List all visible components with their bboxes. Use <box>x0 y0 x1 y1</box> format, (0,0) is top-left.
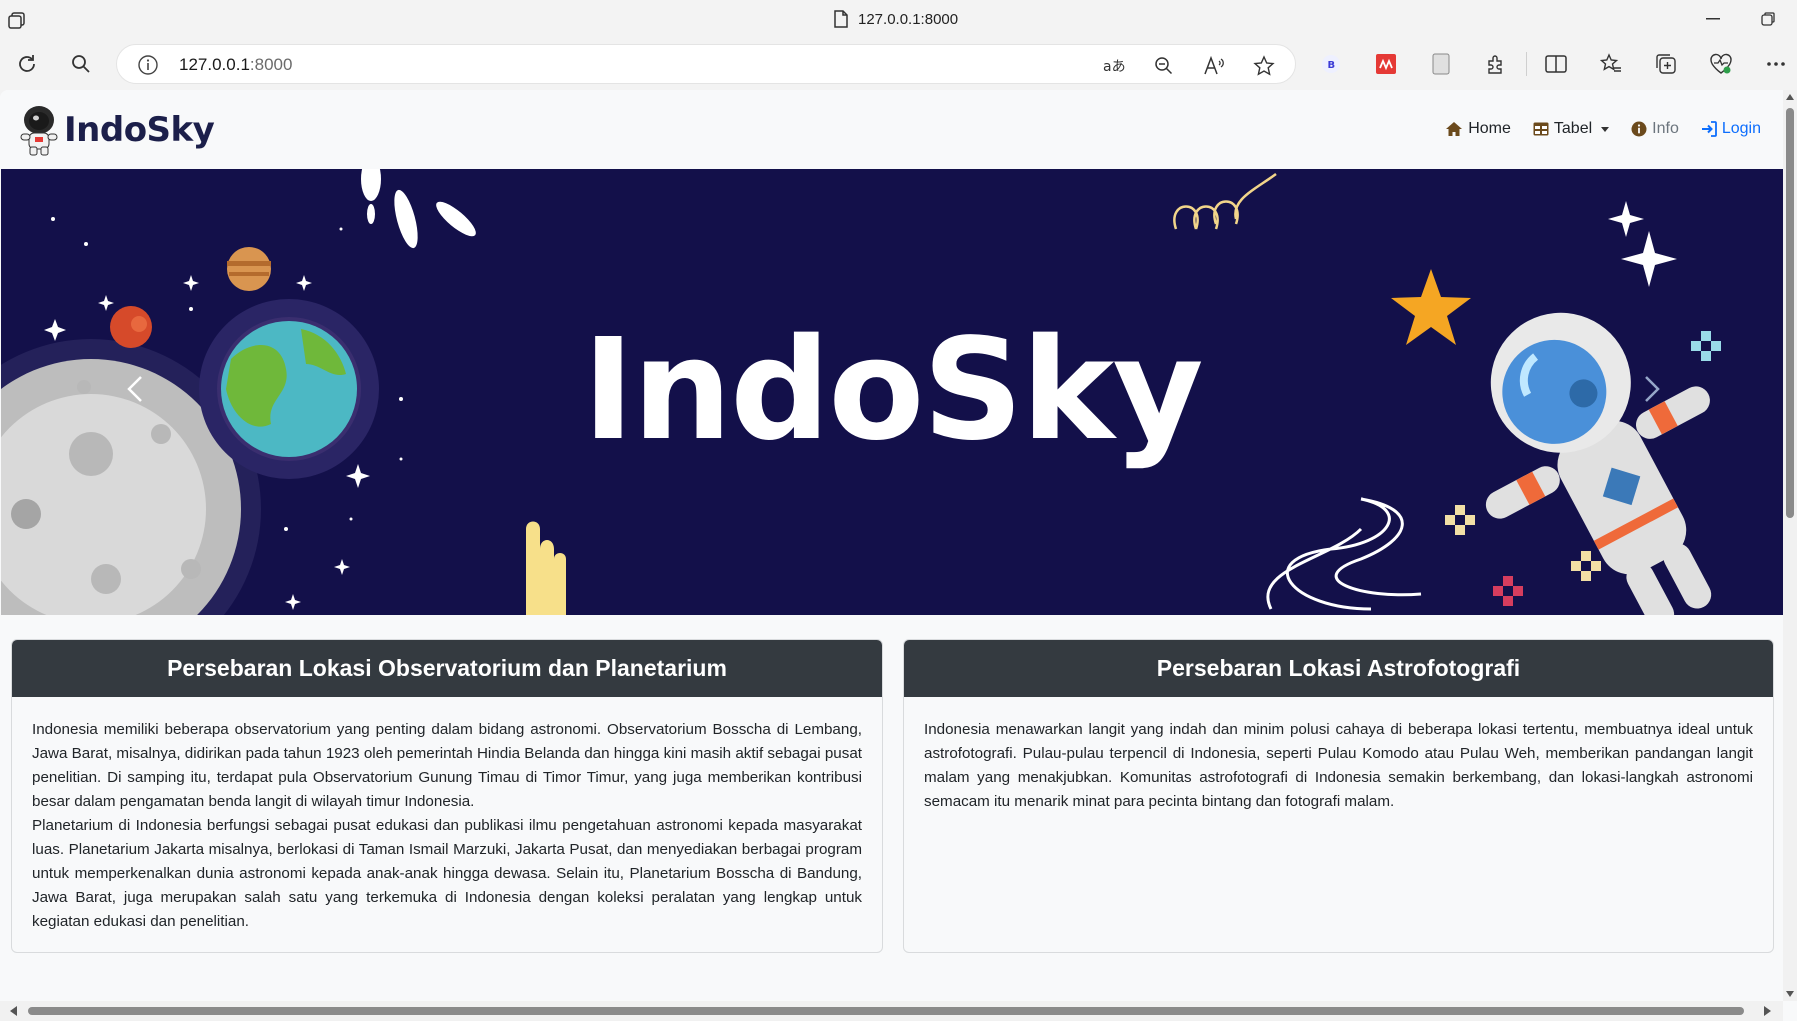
more-menu-icon[interactable] <box>1762 50 1790 78</box>
home-icon <box>1446 122 1463 136</box>
url-text[interactable]: 127.0.0.1:8000 <box>179 55 292 75</box>
collections-icon[interactable] <box>1652 50 1680 78</box>
chevron-down-icon <box>1601 126 1610 132</box>
browser-titlebar: 127.0.0.1:8000 <box>0 0 1797 38</box>
minimize-button[interactable] <box>1698 6 1728 32</box>
read-aloud-icon[interactable] <box>1201 53 1227 79</box>
translate-icon[interactable]: aあ <box>1101 53 1127 79</box>
card-title: Persebaran Lokasi Observatorium dan Plan… <box>12 640 882 697</box>
url-host: 127.0.0.1 <box>179 55 250 74</box>
restore-button[interactable] <box>1753 6 1783 32</box>
card-paragraph: Indonesia menawarkan langit yang indah d… <box>924 721 1753 810</box>
split-screen-icon[interactable] <box>1542 50 1570 78</box>
tab-title-text: 127.0.0.1:8000 <box>858 10 959 28</box>
astronaut-logo-icon <box>20 106 58 156</box>
scroll-down-arrow-icon[interactable] <box>1786 991 1794 997</box>
vertical-scroll-thumb[interactable] <box>1786 108 1794 518</box>
vertical-scrollbar[interactable] <box>1783 90 1797 1001</box>
zoom-out-icon[interactable] <box>1151 53 1177 79</box>
brand-name: IndoSky <box>64 110 215 150</box>
carousel-next-button[interactable] <box>1631 369 1671 409</box>
page-icon <box>834 10 848 28</box>
site-navbar: IndoSky Home Tabel Info Login <box>0 90 1783 169</box>
card-paragraph: Planetarium di Indonesia berfungsi sebag… <box>32 817 862 930</box>
url-port: :8000 <box>249 55 293 74</box>
favorite-star-icon[interactable] <box>1251 53 1277 79</box>
nav-tabel-label: Tabel <box>1553 120 1593 137</box>
nav-links: Home Tabel Info Login <box>1445 120 1761 138</box>
browser-toolbar: 127.0.0.1:8000 aあ B <box>0 38 1797 90</box>
table-icon <box>1533 122 1549 136</box>
nav-home[interactable]: Home <box>1445 120 1511 138</box>
chevron-right-icon <box>1645 376 1660 402</box>
extensions-puzzle-icon[interactable] <box>1482 50 1510 78</box>
extension-red-icon[interactable] <box>1372 50 1400 78</box>
card-body: Indonesia menawarkan langit yang indah d… <box>904 697 1773 835</box>
nav-info-label: Info <box>1652 120 1679 137</box>
extension-doc-icon[interactable] <box>1427 50 1455 78</box>
nav-home-label: Home <box>1468 120 1511 137</box>
tab-actions-icon[interactable] <box>6 10 28 30</box>
refresh-icon[interactable] <box>13 50 41 78</box>
horizontal-scroll-thumb[interactable] <box>28 1007 1744 1015</box>
site-info-icon[interactable] <box>137 54 159 76</box>
brand-link[interactable]: IndoSky <box>18 104 215 156</box>
hero-title: IndoSky <box>582 309 1203 472</box>
page-viewport: IndoSky Home Tabel Info Login IndoSky Pe… <box>0 90 1797 1021</box>
scroll-left-arrow-icon[interactable] <box>10 1006 17 1016</box>
address-bar[interactable]: 127.0.0.1:8000 aあ <box>116 44 1296 84</box>
nav-login[interactable]: Login <box>1701 120 1761 138</box>
nav-tabel-dropdown[interactable]: Tabel <box>1533 120 1610 138</box>
card-title: Persebaran Lokasi Astrofotografi <box>904 640 1773 697</box>
favorites-icon[interactable] <box>1597 50 1625 78</box>
card-body: Indonesia memiliki beberapa observatoriu… <box>12 697 882 952</box>
hero-carousel: IndoSky <box>1 169 1783 615</box>
carousel-prev-button[interactable] <box>116 369 156 409</box>
nav-info[interactable]: Info <box>1631 120 1679 138</box>
scroll-right-arrow-icon[interactable] <box>1764 1006 1771 1016</box>
svg-text:aあ: aあ <box>1103 59 1125 75</box>
toolbar-separator <box>1526 52 1527 76</box>
card-paragraph: Indonesia memiliki beberapa observatoriu… <box>32 721 862 810</box>
extension-badge: B <box>1328 60 1336 71</box>
horizontal-scrollbar[interactable] <box>0 1001 1783 1021</box>
browser-essentials-icon[interactable] <box>1707 50 1735 78</box>
chevron-left-icon <box>127 376 142 402</box>
scroll-up-arrow-icon[interactable] <box>1786 94 1794 100</box>
observatorium-card: Persebaran Lokasi Observatorium dan Plan… <box>11 639 883 953</box>
search-icon[interactable] <box>67 50 95 78</box>
nav-login-label: Login <box>1721 120 1761 137</box>
astrofotografi-card: Persebaran Lokasi Astrofotografi Indones… <box>903 639 1774 953</box>
tab-title: 127.0.0.1:8000 <box>834 10 958 28</box>
extension-b-icon[interactable]: B <box>1317 50 1345 78</box>
info-circle-icon <box>1631 121 1647 137</box>
login-icon <box>1701 121 1717 137</box>
